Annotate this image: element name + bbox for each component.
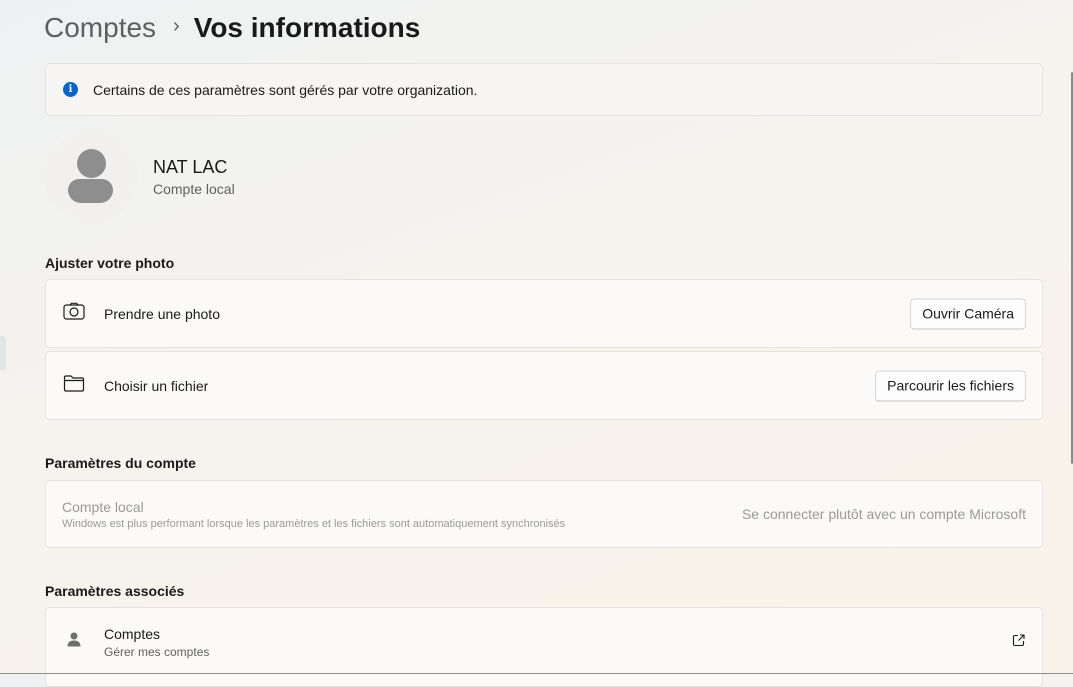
breadcrumb: Comptes › Vos informations <box>44 8 420 48</box>
related-accounts-title: Comptes <box>104 626 161 642</box>
user-account-type: Compte local <box>153 181 235 197</box>
take-photo-row: Prendre une photo Ouvrir Caméra <box>45 279 1043 348</box>
choose-file-label: Choisir un fichier <box>104 377 209 394</box>
user-name: NAT LAC <box>153 157 228 177</box>
folder-icon <box>63 374 85 397</box>
breadcrumb-parent-link[interactable]: Comptes <box>44 12 156 44</box>
avatar <box>45 131 137 223</box>
related-accounts-subtitle: Gérer mes comptes <box>104 645 210 659</box>
info-banner: i Certains de ces paramètres sont gérés … <box>45 63 1043 116</box>
open-external-icon <box>1012 634 1025 652</box>
section-title-photo: Ajuster votre photo <box>45 255 175 271</box>
open-camera-button[interactable]: Ouvrir Caméra <box>910 298 1026 329</box>
info-icon: i <box>63 82 78 97</box>
section-title-related: Paramètres associés <box>45 583 185 599</box>
local-account-description: Windows est plus performant lorsque les … <box>62 518 566 530</box>
person-placeholder-icon <box>77 149 106 178</box>
info-banner-text: Certains de ces paramètres sont gérés pa… <box>93 81 478 98</box>
sign-in-microsoft-link: Se connecter plutôt avec un compte Micro… <box>741 506 1026 522</box>
section-title-account: Paramètres du compte <box>45 455 196 471</box>
person-icon <box>67 632 81 653</box>
take-photo-label: Prendre une photo <box>104 305 220 322</box>
browse-files-button[interactable]: Parcourir les fichiers <box>875 370 1026 401</box>
nav-pane-edge <box>0 336 6 370</box>
choose-file-row: Choisir un fichier Parcourir les fichier… <box>45 351 1043 420</box>
local-account-row: Compte local Windows est plus performant… <box>45 480 1043 548</box>
page-title: Vos informations <box>193 12 421 43</box>
chevron-right-icon: › <box>173 14 180 37</box>
camera-icon <box>63 302 85 325</box>
related-accounts-row[interactable]: Comptes Gérer mes comptes <box>45 607 1043 687</box>
local-account-title: Compte local <box>62 499 144 515</box>
